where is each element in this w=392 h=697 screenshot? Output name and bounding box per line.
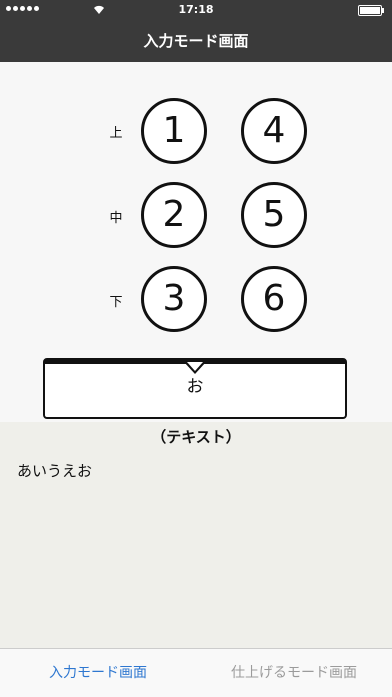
status-time: 17:18 [178, 3, 214, 16]
status-bar: 17:18 [0, 0, 392, 20]
output-char: お [186, 377, 204, 397]
key-6[interactable]: 6 [241, 266, 307, 332]
key-3[interactable]: 3 [141, 266, 207, 332]
nav-bar: 入力モード画面 [0, 20, 392, 62]
output-char-box[interactable]: お [43, 358, 347, 419]
text-area[interactable]: （テキスト） あいうえお [0, 422, 392, 648]
text-area-content: あいうえお [17, 462, 93, 480]
row-label-bottom: 下 [109, 295, 123, 310]
text-area-title: （テキスト） [151, 428, 241, 446]
page-title: 入力モード画面 [143, 32, 249, 50]
tab-bar: 入力モード画面 仕上げるモード画面 [0, 648, 392, 697]
row-label-middle: 中 [109, 211, 123, 226]
tab-input-mode[interactable]: 入力モード画面 [0, 649, 196, 697]
key-5[interactable]: 5 [241, 182, 307, 248]
key-2[interactable]: 2 [141, 182, 207, 248]
key-1[interactable]: 1 [141, 98, 207, 164]
row-label-top: 上 [109, 126, 123, 141]
key-4[interactable]: 4 [241, 98, 307, 164]
battery-icon [358, 5, 384, 16]
caret-down-icon-inner [187, 362, 203, 371]
tab-finish-mode[interactable]: 仕上げるモード画面 [196, 649, 392, 697]
